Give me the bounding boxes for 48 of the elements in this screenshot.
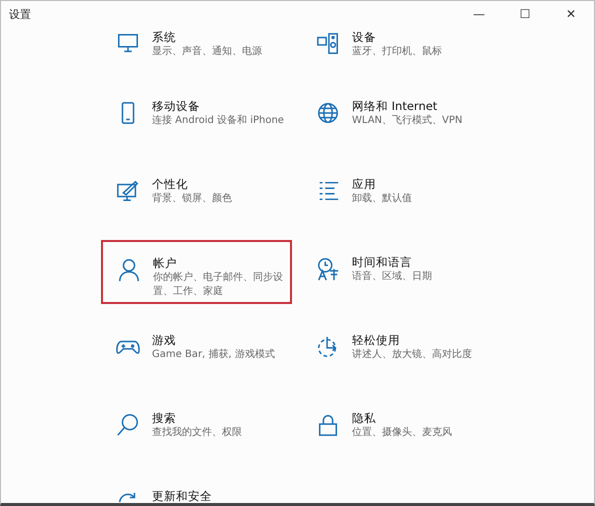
- tile-title: 应用: [352, 177, 376, 192]
- settings-tile[interactable]: 应用 卸载、默认值: [301, 162, 492, 226]
- settings-tile[interactable]: 个性化 背景、锁屏、颜色: [101, 162, 292, 226]
- settings-tile[interactable]: 时间和语言 语音、区域、日期: [301, 240, 492, 304]
- settings-tile[interactable]: 隐私 位置、摄像头、麦克风: [301, 396, 492, 460]
- tile-title: 搜索: [152, 411, 176, 426]
- settings-tile[interactable]: 网络和 Internet WLAN、飞行模式、VPN: [301, 84, 492, 148]
- settings-tile[interactable]: 移动设备 连接 Android 设备和 iPhone: [101, 84, 292, 148]
- tile-title: 游戏: [152, 333, 176, 348]
- tile-title: 轻松使用: [352, 333, 400, 348]
- tile-description: 讲述人、放大镜、高对比度: [352, 348, 472, 362]
- settings-tile[interactable]: 更新和安全: [101, 474, 292, 503]
- settings-tile[interactable]: 系统 显示、声音、通知、电源: [101, 27, 292, 70]
- tile-description: 语音、区域、日期: [352, 270, 432, 284]
- tile-title: 隐私: [352, 411, 376, 426]
- tile-description: 查找我的文件、权限: [152, 426, 242, 440]
- tile-description: 你的帐户、电子邮件、同步设置、工作、家庭: [153, 271, 284, 299]
- tile-description: 显示、声音、通知、电源: [152, 45, 262, 59]
- minimize-button[interactable]: —: [456, 1, 502, 27]
- tile-title: 网络和 Internet: [352, 99, 438, 114]
- settings-tile[interactable]: 搜索 查找我的文件、权限: [101, 396, 292, 460]
- tile-description: WLAN、飞行模式、VPN: [352, 114, 462, 128]
- tile-title: 移动设备: [152, 99, 200, 114]
- tile-description: 蓝牙、打印机、鼠标: [352, 45, 442, 59]
- tile-description: 卸载、默认值: [352, 192, 412, 206]
- tile-title: 时间和语言: [352, 255, 412, 270]
- tile-description: Game Bar, 捕获, 游戏模式: [152, 348, 275, 362]
- globe-icon: [316, 101, 340, 125]
- settings-tile[interactable]: 设备 蓝牙、打印机、鼠标: [301, 27, 492, 70]
- tile-description: 连接 Android 设备和 iPhone: [152, 114, 284, 128]
- window-title: 设置: [9, 6, 31, 22]
- tile-description: 位置、摄像头、麦克风: [352, 426, 452, 440]
- close-button[interactable]: ✕: [548, 1, 594, 27]
- maximize-button[interactable]: ☐: [502, 1, 548, 27]
- tile-title: 帐户: [153, 256, 177, 271]
- lock-icon: [316, 413, 340, 437]
- tile-description: 背景、锁屏、颜色: [152, 192, 232, 206]
- language-clock-icon: [316, 257, 340, 281]
- settings-tile[interactable]: 帐户 你的帐户、电子邮件、同步设置、工作、家庭: [101, 240, 292, 304]
- person-icon: [117, 258, 141, 282]
- search-icon: [116, 413, 140, 437]
- tile-title: 更新和安全: [152, 489, 212, 503]
- tile-title: 设备: [352, 30, 376, 45]
- tile-title: 个性化: [152, 177, 188, 192]
- tile-title: 系统: [152, 30, 176, 45]
- settings-tile[interactable]: 轻松使用 讲述人、放大镜、高对比度: [301, 318, 492, 382]
- monitor-brush-icon: [116, 179, 140, 203]
- settings-tile[interactable]: 游戏 Game Bar, 捕获, 游戏模式: [101, 318, 292, 382]
